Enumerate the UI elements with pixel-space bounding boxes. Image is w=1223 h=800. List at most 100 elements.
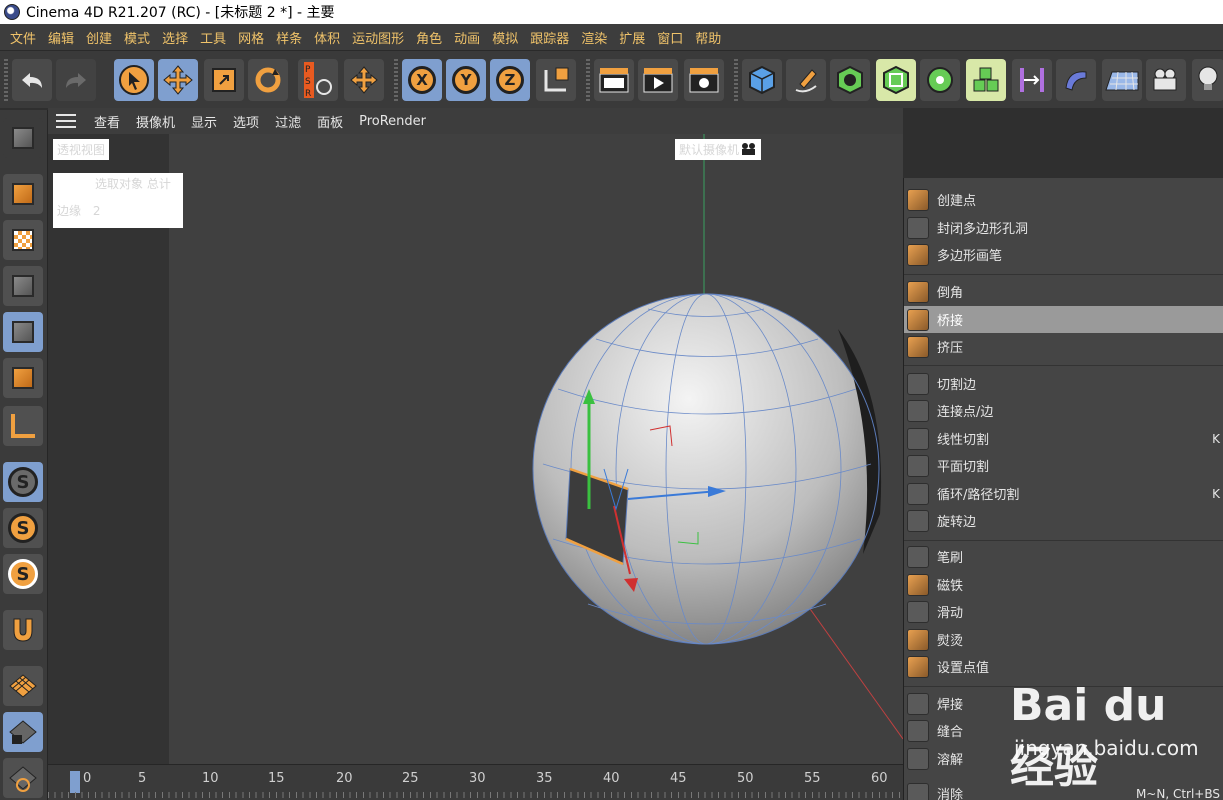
polygon-mode-button[interactable] — [3, 358, 43, 398]
menu-tools[interactable]: 工具 — [194, 28, 232, 47]
model-mode-button[interactable] — [3, 174, 43, 214]
snap-button[interactable]: S — [3, 462, 43, 502]
menu-animate[interactable]: 动画 — [448, 28, 486, 47]
toolbar-grip[interactable] — [4, 59, 8, 101]
scale-tool-button[interactable] — [204, 59, 244, 101]
viewport-menu-filter[interactable]: 过滤 — [267, 112, 309, 131]
viewport-menu-panel[interactable]: 面板 — [309, 112, 351, 131]
hud-stats-row: 边缘 2 — [57, 202, 179, 219]
render-to-picture-viewer-button[interactable] — [638, 59, 678, 101]
menu-item-plane-cut[interactable]: 平面切割 — [904, 452, 1223, 479]
timeline-ruler[interactable]: 0 5 10 15 20 25 30 35 40 45 50 55 60 — [48, 764, 903, 800]
menu-item-brush[interactable]: 笔刷 — [904, 543, 1223, 570]
cube-object-button[interactable] — [742, 59, 782, 101]
move-extra-button[interactable] — [344, 59, 384, 101]
menu-create[interactable]: 创建 — [80, 28, 118, 47]
cube-icon — [749, 65, 775, 95]
menu-item-slide[interactable]: 滑动 — [904, 598, 1223, 625]
viewport-menu-display[interactable]: 显示 — [183, 112, 225, 131]
menu-tracker[interactable]: 跟踪器 — [524, 28, 575, 47]
axis-x-button[interactable]: X — [402, 59, 442, 101]
menu-item-connect-points-edges[interactable]: 连接点/边 — [904, 397, 1223, 424]
toolbar-grip-4[interactable] — [734, 59, 738, 101]
timeline-playhead[interactable] — [70, 771, 80, 793]
deformer-button[interactable] — [876, 59, 916, 101]
menu-window[interactable]: 窗口 — [651, 28, 689, 47]
scene-canvas[interactable] — [48, 134, 903, 764]
menu-extensions[interactable]: 扩展 — [613, 28, 651, 47]
viewport-menu-prorender[interactable]: ProRender — [351, 114, 434, 129]
coordinate-system-button[interactable] — [536, 59, 576, 101]
menu-item-polygon-pen[interactable]: 多边形画笔 — [904, 241, 1223, 268]
menu-item-magnet[interactable]: 磁铁 — [904, 571, 1223, 598]
redo-button[interactable] — [56, 59, 96, 101]
toolbar-grip-2[interactable] — [394, 59, 398, 101]
select-arrow-icon — [119, 65, 149, 95]
menu-select[interactable]: 选择 — [156, 28, 194, 47]
timeline-tick: 60 — [871, 771, 888, 786]
workplane-snap-button[interactable]: S — [3, 554, 43, 594]
axis-mode-button[interactable] — [3, 406, 43, 446]
edge-mode-button[interactable] — [3, 312, 43, 352]
menu-item-label: 循环/路径切割 — [937, 488, 1020, 503]
menu-render[interactable]: 渲染 — [575, 28, 613, 47]
generator-button[interactable] — [966, 59, 1006, 101]
axis-y-button[interactable]: Y — [446, 59, 486, 101]
move-tool-button[interactable] — [158, 59, 198, 101]
menu-item-iron[interactable]: 熨烫 — [904, 626, 1223, 653]
toolbar-grip-3[interactable] — [586, 59, 590, 101]
menu-item-line-cut[interactable]: 线性切割 K — [904, 425, 1223, 452]
axis-z-button[interactable]: Z — [490, 59, 530, 101]
menu-item-extrude[interactable]: 挤压 — [904, 333, 1223, 360]
timeline-tick: 5 — [138, 771, 147, 786]
planar-workplane-button[interactable] — [3, 758, 43, 798]
menu-item-bevel[interactable]: 倒角 — [904, 278, 1223, 305]
menu-character[interactable]: 角色 — [410, 28, 448, 47]
menu-mesh[interactable]: 网格 — [232, 28, 270, 47]
deformer-bend-button[interactable] — [1056, 59, 1096, 101]
menu-edit[interactable]: 编辑 — [42, 28, 80, 47]
hud-stats-panel: 选取对象 总计 边缘 2 — [53, 173, 183, 228]
pen-spline-button[interactable] — [786, 59, 826, 101]
magnet-button[interactable] — [3, 610, 43, 650]
field-button[interactable] — [1012, 59, 1052, 101]
menu-spline[interactable]: 样条 — [270, 28, 308, 47]
render-view-button[interactable] — [594, 59, 634, 101]
point-mode-button[interactable] — [3, 266, 43, 306]
viewport-menu-view[interactable]: 查看 — [86, 112, 128, 131]
workplane-button[interactable] — [3, 666, 43, 706]
menu-item-set-point-value[interactable]: 设置点值 — [904, 653, 1223, 680]
texture-mode-button[interactable] — [3, 220, 43, 260]
mograph-cloner-button[interactable] — [920, 59, 960, 101]
menu-item-close-polygon-hole[interactable]: 封闭多边形孔洞 — [904, 214, 1223, 241]
make-editable-button[interactable] — [3, 118, 43, 158]
viewport-menu-options[interactable]: 选项 — [225, 112, 267, 131]
menu-item-bridge[interactable]: 桥接 — [904, 306, 1223, 333]
menu-help[interactable]: 帮助 — [689, 28, 727, 47]
sphere-object[interactable] — [532, 293, 882, 645]
select-tool-button[interactable] — [114, 59, 154, 101]
menu-simulate[interactable]: 模拟 — [486, 28, 524, 47]
menu-item-spin-edge[interactable]: 旋转边 — [904, 507, 1223, 534]
perspective-viewport[interactable]: 透视视图 默认摄像机 选取对象 总计 边缘 2 — [48, 134, 903, 764]
menu-item-loop-path-cut[interactable]: 循环/路径切割 K — [904, 480, 1223, 507]
menu-volume[interactable]: 体积 — [308, 28, 346, 47]
menu-mode[interactable]: 模式 — [118, 28, 156, 47]
lock-workplane-button[interactable] — [3, 712, 43, 752]
menu-mograph[interactable]: 运动图形 — [346, 28, 410, 47]
psr-button[interactable]: PSR — [298, 59, 338, 101]
render-settings-button[interactable] — [684, 59, 724, 101]
snap-settings-button[interactable]: S — [3, 508, 43, 548]
menu-item-shortcut: K — [1212, 431, 1220, 446]
hamburger-menu-icon[interactable] — [56, 114, 76, 128]
viewport-menu-cameras[interactable]: 摄像机 — [128, 112, 183, 131]
camera-button[interactable] — [1146, 59, 1186, 101]
floor-button[interactable] — [1102, 59, 1142, 101]
rotate-tool-button[interactable] — [248, 59, 288, 101]
menu-file[interactable]: 文件 — [4, 28, 42, 47]
menu-item-edge-cut[interactable]: 切割边 — [904, 370, 1223, 397]
subdivision-button[interactable] — [830, 59, 870, 101]
menu-item-create-point[interactable]: 创建点 — [904, 186, 1223, 213]
undo-button[interactable] — [12, 59, 52, 101]
light-button[interactable] — [1192, 59, 1223, 101]
